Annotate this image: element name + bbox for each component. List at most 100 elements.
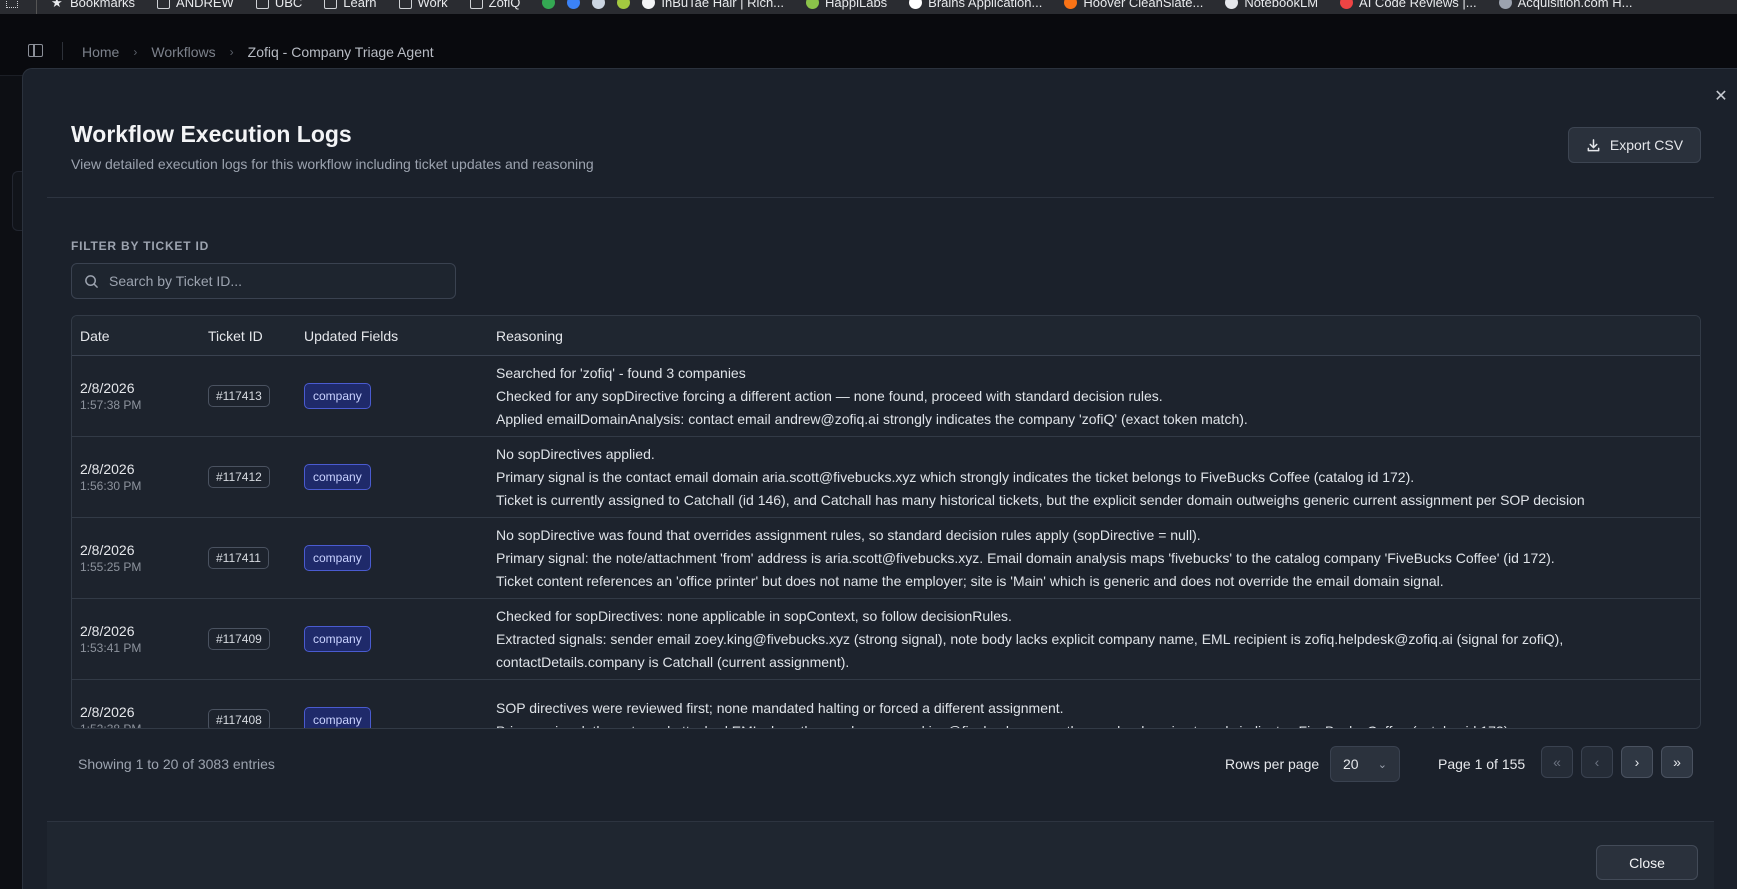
updated-field-badge: company	[304, 383, 371, 409]
bookmark-item[interactable]	[567, 0, 581, 10]
reasoning-line: SOP directives were reviewed first; none…	[496, 700, 1064, 716]
site-favicon-icon	[1498, 0, 1512, 9]
bookmark-label: ZofiQ	[488, 0, 521, 10]
reasoning-line: Primary signal is the contact email doma…	[496, 468, 1415, 485]
chevron-down-icon: ⌄	[1377, 758, 1387, 771]
ticket-id-badge[interactable]: #117412	[208, 466, 270, 488]
previous-page-button[interactable]: ‹	[1581, 746, 1613, 778]
date-cell: 2/8/2026 1:57:38 PM	[72, 380, 208, 412]
chevrons-right-icon: »	[1673, 754, 1681, 770]
breadcrumb-home[interactable]: Home	[82, 44, 119, 60]
time-value: 1:57:38 PM	[80, 398, 142, 412]
site-favicon-icon	[617, 0, 631, 9]
date-value: 2/8/2026	[80, 623, 135, 639]
time-value: 1:56:30 PM	[80, 479, 142, 493]
ticket-id-badge[interactable]: #117409	[208, 628, 270, 650]
date-cell: 2/8/2026 1:55:25 PM	[72, 542, 208, 574]
bookmark-item[interactable]: ★ Bookmarks	[51, 0, 135, 10]
table-row[interactable]: 2/8/2026 1:55:25 PM #117411 company No sopDi…	[72, 518, 1700, 599]
bookmark-item[interactable]: HappiLabs	[806, 0, 887, 10]
updated-field-badge: company	[304, 464, 371, 490]
ticket-cell: #117412	[208, 466, 304, 488]
header-date[interactable]: Date	[72, 328, 208, 344]
date-value: 2/8/2026	[80, 542, 135, 558]
reasoning-line: Primary signal: the note/attachment 'fro…	[496, 549, 1555, 566]
table-row[interactable]: 2/8/2026 1:52:38 PM #117408 company SOP dire…	[72, 680, 1700, 729]
site-favicon-icon	[592, 0, 606, 9]
reasoning-line: No sopDirectives applied.	[496, 445, 655, 462]
bookmark-item[interactable]: Brains Application...	[909, 0, 1042, 10]
bookmark-label: Hoover CleanSlate...	[1083, 0, 1204, 10]
bookmark-label: ANDREW	[176, 0, 234, 10]
site-favicon-icon	[542, 0, 556, 9]
ticket-search-box[interactable]	[71, 263, 456, 299]
date-cell: 2/8/2026 1:56:30 PM	[72, 461, 208, 493]
bookmark-item[interactable]: AI Code Reviews |...	[1340, 0, 1477, 10]
bookmark-item[interactable]	[542, 0, 556, 10]
search-icon	[85, 274, 98, 288]
close-icon[interactable]: ✕	[1713, 89, 1729, 105]
header-divider	[62, 42, 63, 60]
sidebar-toggle-icon[interactable]	[28, 44, 43, 57]
ticket-cell: #117409	[208, 628, 304, 650]
close-button[interactable]: Close	[1596, 845, 1698, 880]
reasoning-line: Checked for sopDirectives: none applicab…	[496, 607, 1012, 624]
rows-per-page-value: 20	[1343, 756, 1359, 772]
rows-per-page-label: Rows per page	[1225, 756, 1320, 772]
first-page-button[interactable]: «	[1541, 746, 1573, 778]
bookmark-item[interactable]: NotebookLM	[1225, 0, 1318, 10]
bookmark-item[interactable]: ZofiQ	[469, 0, 521, 10]
folder-icon	[157, 0, 171, 9]
table-header: Date Ticket ID Updated Fields Reasoning	[72, 316, 1700, 356]
next-page-button[interactable]: ›	[1621, 746, 1653, 778]
rows-per-page-select[interactable]: 20 ⌄	[1330, 746, 1400, 782]
ticket-id-badge[interactable]: #117411	[208, 547, 269, 569]
bookmark-item[interactable]: Hoover CleanSlate...	[1064, 0, 1203, 10]
logs-table: Date Ticket ID Updated Fields Reasoning …	[71, 315, 1701, 729]
export-csv-button[interactable]: Export CSV	[1568, 127, 1701, 163]
export-csv-label: Export CSV	[1609, 137, 1684, 153]
table-row[interactable]: 2/8/2026 1:53:41 PM #117409 company Checked …	[72, 599, 1700, 680]
star-icon: ★	[51, 0, 63, 10]
chevrons-left-icon: «	[1553, 754, 1561, 770]
updated-field-badge: company	[304, 545, 371, 571]
bookmark-item[interactable]: Work	[398, 0, 448, 10]
reasoning-line: Ticket is currently assigned to Catchall…	[496, 491, 1585, 508]
bookmark-item[interactable]: Learn	[324, 0, 377, 10]
bookmark-item[interactable]: Acquisition.com H...	[1498, 0, 1632, 10]
left-strip	[0, 76, 22, 889]
table-row[interactable]: 2/8/2026 1:57:38 PM #117413 company Searched…	[72, 356, 1700, 437]
ticket-id-badge[interactable]: #117413	[208, 385, 270, 407]
date-value: 2/8/2026	[80, 380, 135, 396]
bookmark-item[interactable]: ANDREW	[157, 0, 234, 10]
reasoning-line: No sopDirective was found that overrides…	[496, 526, 1201, 543]
header-updated-fields[interactable]: Updated Fields	[304, 328, 496, 344]
site-favicon-icon	[806, 0, 820, 9]
bookmark-label: HappiLabs	[825, 0, 888, 10]
time-value: 1:52:38 PM	[80, 722, 142, 729]
bookmark-item[interactable]: InBuTae Hair | Rich...	[642, 0, 784, 10]
bookmark-item[interactable]	[617, 0, 631, 10]
last-page-button[interactable]: »	[1661, 746, 1693, 778]
bookmark-label: Brains Application...	[928, 0, 1043, 10]
folder-icon	[398, 0, 412, 9]
chevron-right-icon: ›	[1634, 754, 1640, 770]
header-reasoning[interactable]: Reasoning	[496, 328, 1700, 344]
ticket-id-badge[interactable]: #117408	[208, 709, 270, 728]
bookmark-item[interactable]: UBC	[255, 0, 302, 10]
table-row[interactable]: 2/8/2026 1:56:30 PM #117412 company No sopDi…	[72, 437, 1700, 518]
updated-field-badge: company	[304, 707, 371, 728]
ticket-search-input[interactable]	[109, 273, 439, 289]
header-ticket-id[interactable]: Ticket ID	[208, 328, 304, 344]
folder-icon	[469, 0, 483, 9]
date-value: 2/8/2026	[80, 461, 135, 477]
bookmark-item[interactable]	[592, 0, 606, 10]
reasoning-line: Applied emailDomainAnalysis: contact ema…	[496, 410, 1248, 427]
apps-grid-icon[interactable]	[6, 0, 18, 8]
chevron-right-icon: ›	[133, 45, 138, 59]
bookmark-label: AI Code Reviews |...	[1359, 0, 1477, 10]
modal-footer	[47, 822, 1714, 889]
breadcrumb-workflows[interactable]: Workflows	[151, 44, 215, 60]
folder-icon	[255, 0, 269, 9]
site-favicon-icon	[1340, 0, 1354, 9]
